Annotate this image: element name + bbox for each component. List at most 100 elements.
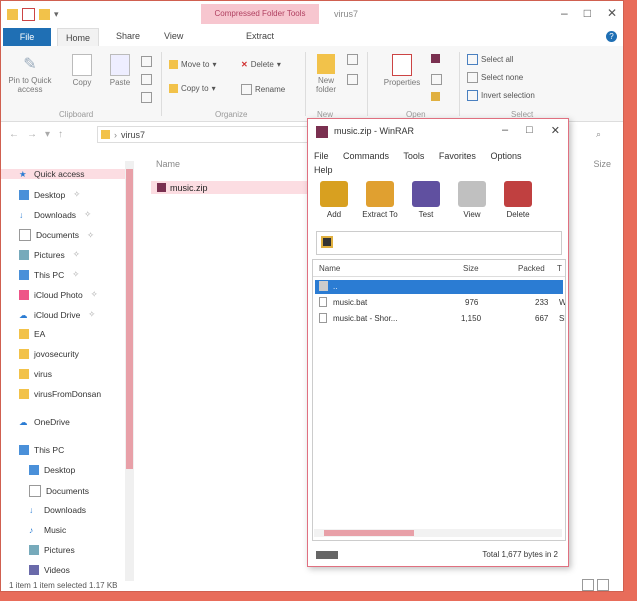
nav-item-pc-music[interactable]: ♪ Music [29,525,66,535]
large-icons-view-icon[interactable] [597,579,609,591]
history-icon [431,92,440,101]
select-none-button[interactable]: Select none [467,72,523,83]
column-header-size[interactable]: Size [593,159,611,169]
open-button[interactable] [431,54,440,63]
paste-button[interactable]: Paste [105,54,135,87]
column-header-packed[interactable]: Packed [518,264,545,273]
tab-share[interactable]: Share [116,31,140,41]
table-row[interactable]: music.bat 976 233 W [315,296,565,310]
copy-path-button[interactable] [141,74,152,85]
nav-item-virusfromdonsan[interactable]: virusFromDonsan [19,389,101,399]
back-icon[interactable]: ← [9,129,27,140]
minimize-button[interactable]: – [561,6,568,20]
maximize-button[interactable]: □ [584,6,591,20]
breadcrumb-folder[interactable]: virus7 [121,130,145,140]
contextual-tab-header: Compressed Folder Tools [201,4,319,24]
nav-item-pc-pictures[interactable]: Pictures [29,545,75,555]
delete-button[interactable]: Delete [500,181,536,219]
nav-item-this-pc[interactable]: This PC [19,445,64,455]
edit-button[interactable] [431,74,442,85]
invert-selection-button[interactable]: Invert selection [467,90,535,101]
nav-item-documents[interactable]: Documents ✧ [19,229,94,241]
new-folder-button[interactable]: New folder [309,54,343,94]
move-to-button[interactable]: Move to ▾ [169,60,216,69]
winrar-path-bar[interactable] [316,231,562,255]
cut-button[interactable] [141,56,152,67]
nav-item-pc-downloads[interactable]: ↓ Downloads [29,505,86,515]
menu-favorites[interactable]: Favorites [439,151,476,161]
extract-to-button[interactable]: Extract To [362,181,398,219]
scrollbar-thumb[interactable] [126,169,133,469]
nav-item-downloads[interactable]: ↓ Downloads ✧ [19,209,91,220]
address-bar[interactable]: › virus7 [97,126,312,143]
tab-file[interactable]: File [3,28,51,46]
chevron-down-icon[interactable]: ▾ [54,9,60,20]
nav-item-icloud-drive[interactable]: ☁ iCloud Drive ✧ [19,309,95,320]
menu-file[interactable]: File [314,151,329,161]
minimize-button[interactable]: – [502,124,508,137]
search-icon[interactable]: ⌕ [596,129,601,140]
details-view-icon[interactable] [582,579,594,591]
column-header-name[interactable]: Name [156,159,180,169]
up-icon[interactable]: ↑ [58,129,71,140]
easy-access-button[interactable] [347,74,358,85]
status-text: Total 1,677 bytes in 2 [482,550,558,559]
nav-pane-scrollbar[interactable] [125,161,134,581]
properties-icon[interactable] [22,8,35,21]
column-header-size[interactable]: Size [463,264,479,273]
copy-to-button[interactable]: Copy to ▾ [169,84,216,93]
help-icon[interactable]: ? [606,31,617,42]
select-all-button[interactable]: Select all [467,54,513,65]
menu-tools[interactable]: Tools [403,151,424,161]
nav-item-pc-videos[interactable]: Videos [29,565,70,575]
tab-view[interactable]: View [164,31,183,41]
close-button[interactable]: ✕ [607,6,617,20]
menu-commands[interactable]: Commands [343,151,389,161]
nav-item-virus[interactable]: virus [19,369,52,379]
winrar-horizontal-scrollbar[interactable] [314,529,562,537]
group-label-clipboard: Clipboard [59,110,94,119]
close-button[interactable]: ✕ [551,124,560,137]
menu-help[interactable]: Help [314,165,333,175]
view-button[interactable]: View [454,181,490,219]
nav-item-quick-access[interactable]: ★ Quick access [1,169,125,179]
delete-button[interactable]: ✕ Delete ▾ [241,60,281,69]
new-folder-icon[interactable] [39,9,50,20]
paste-shortcut-button[interactable] [141,92,152,103]
copy-button[interactable]: Copy [67,54,97,87]
test-button[interactable]: Test [408,181,444,219]
new-item-button[interactable] [347,54,358,65]
column-header-name[interactable]: Name [319,264,340,273]
nav-item-pictures[interactable]: Pictures ✧ [19,249,80,260]
tab-home[interactable]: Home [57,28,100,47]
winrar-status-bar: Total 1,677 bytes in 2 [312,549,564,563]
nav-item-icloud-photos[interactable]: iCloud Photo ✧ [19,289,98,300]
table-row-parent[interactable]: .. [315,280,563,294]
table-row[interactable]: music.bat - Shor... 1,150 667 Sh [315,312,565,326]
forward-icon[interactable]: → [27,129,45,140]
delete-x-icon: ✕ [241,60,248,69]
column-header-type[interactable]: T [557,264,562,273]
chevron-down-icon[interactable]: ▾ [45,129,58,140]
nav-item-pc-documents[interactable]: Documents [29,485,89,497]
move-to-label: Move to [181,60,210,69]
nav-item-jovosecurity[interactable]: jovosecurity [19,349,79,359]
add-button[interactable]: Add [316,181,352,219]
rename-button[interactable]: Rename [241,84,285,95]
nav-item-pc-desktop[interactable]: Desktop [29,465,75,475]
up-folder-icon[interactable] [321,236,333,248]
tab-extract[interactable]: Extract [246,31,274,41]
history-button[interactable] [431,92,440,101]
nav-item-ea[interactable]: EA [19,329,45,339]
list-item[interactable]: music.zip [151,181,322,194]
nav-item-desktop[interactable]: Desktop ✧ [19,189,80,200]
pin-quick-access-button[interactable]: ✎ Pin to Quick access [7,54,53,94]
nav-item-this-pc-quick[interactable]: This PC ✧ [19,269,79,280]
nav-item-onedrive[interactable]: ☁ OneDrive [19,417,70,427]
maximize-button[interactable]: □ [526,124,533,137]
properties-button[interactable]: Properties [379,54,425,87]
delete-label: Delete [250,60,274,69]
menu-options[interactable]: Options [490,151,521,161]
group-separator [305,52,306,116]
scrollbar-thumb[interactable] [324,530,414,536]
